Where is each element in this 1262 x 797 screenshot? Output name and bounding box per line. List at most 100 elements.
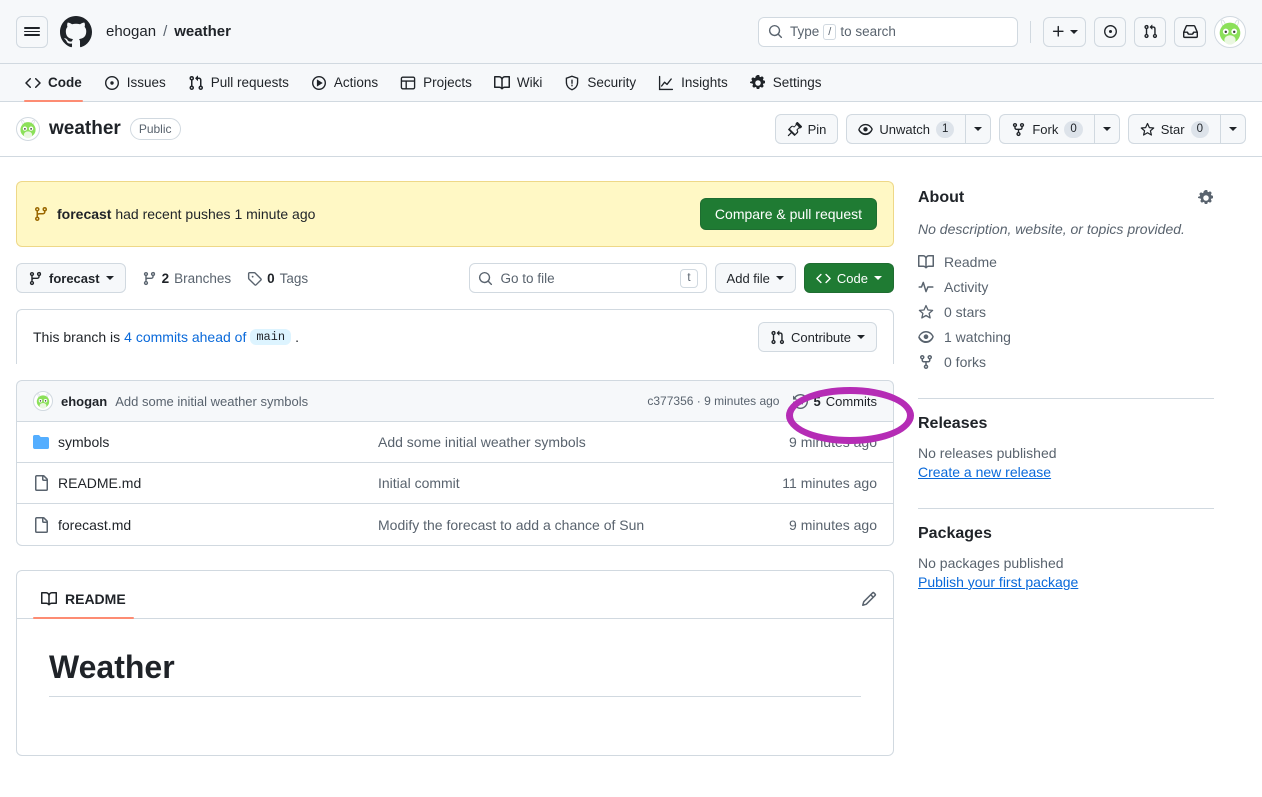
page-body: forecast had recent pushes 1 minute ago … [0, 157, 1262, 780]
tab-wiki[interactable]: Wiki [485, 64, 552, 101]
main-column: forecast had recent pushes 1 minute ago … [16, 181, 894, 780]
fork-icon [1013, 122, 1025, 136]
go-to-file-input[interactable]: Go to file t [468, 263, 707, 293]
star-icon [1140, 122, 1155, 136]
search-text-post: to search [840, 24, 896, 39]
star-button[interactable]: Star 0 [1127, 114, 1220, 144]
watch-dropdown-button[interactable] [965, 114, 992, 144]
file-link[interactable]: README.md [58, 475, 141, 491]
fork-button[interactable]: Fork 0 [999, 114, 1094, 144]
global-header: ehogan / weather Type / to search [0, 0, 1262, 64]
tab-settings[interactable]: Settings [741, 64, 831, 101]
fork-dropdown-button[interactable] [1093, 114, 1120, 144]
file-link[interactable]: symbols [58, 434, 109, 450]
tab-issues[interactable]: Issues [95, 64, 175, 101]
recent-push-branch: forecast [57, 206, 112, 222]
commit-author-name[interactable]: ehogan [61, 394, 107, 409]
breadcrumb-owner[interactable]: ehogan [106, 23, 156, 40]
table-icon [400, 76, 416, 89]
pin-button[interactable]: Pin [774, 114, 839, 144]
file-link[interactable]: forecast.md [58, 517, 131, 533]
tab-code-label: Code [48, 75, 82, 90]
file-commit-time: 9 minutes ago [789, 434, 877, 450]
file-commit-message[interactable]: Initial commit [378, 475, 782, 491]
packages-section: Packages No packages published Publish y… [918, 525, 1214, 598]
pull-requests-icon[interactable] [1134, 16, 1166, 47]
file-icon [35, 475, 48, 491]
branch-ahead-prefix: This branch is [33, 329, 121, 345]
chevron-down-icon [857, 335, 865, 339]
tab-security[interactable]: Security [555, 64, 645, 101]
search-icon [478, 271, 492, 285]
tab-security-label: Security [587, 75, 637, 90]
page-title[interactable]: weather [49, 118, 121, 140]
chevron-down-icon [1070, 29, 1078, 34]
git-pull-request-icon [771, 330, 785, 344]
table-row[interactable]: README.md Initial commit 11 minutes ago [17, 463, 893, 504]
readme-content: Weather [17, 619, 893, 755]
edit-repository-settings-gear-icon[interactable] [1198, 190, 1214, 206]
search-input[interactable]: Type / to search [758, 16, 1018, 47]
sidebar-item-forks[interactable]: 0 forks [918, 354, 1214, 370]
gear-icon [749, 74, 765, 89]
git-branch-icon [34, 207, 47, 222]
breadcrumb: ehogan / weather [106, 23, 231, 40]
unwatch-button-label: Unwatch [879, 121, 930, 137]
watch-count: 1 [935, 120, 955, 138]
releases-section: Releases No releases published Create a … [918, 415, 1214, 488]
issues-icon[interactable] [1094, 16, 1126, 47]
github-logo-icon[interactable] [60, 15, 92, 48]
branch-selector-button[interactable]: forecast [16, 263, 126, 293]
file-icon [35, 516, 48, 533]
file-commit-message[interactable]: Add some initial weather symbols [378, 434, 789, 450]
breadcrumb-separator: / [163, 23, 168, 40]
commits-count-link[interactable]: 5 Commits [793, 394, 877, 409]
about-links: Readme Activity 0 stars 1 watching 0 for… [918, 254, 1214, 370]
sidebar-item-activity[interactable]: Activity [918, 279, 1214, 295]
fork-button-group: Fork 0 [999, 114, 1120, 144]
unwatch-button[interactable]: Unwatch 1 [846, 114, 966, 144]
commits-count-label: Commits [825, 393, 877, 409]
table-row[interactable]: symbols Add some initial weather symbols… [17, 422, 893, 463]
packages-title: Packages [918, 525, 992, 542]
tab-insights[interactable]: Insights [649, 64, 737, 101]
commits-ahead-link[interactable]: 4 commits ahead of [124, 329, 246, 345]
star-dropdown-button[interactable] [1220, 114, 1246, 144]
pulse-icon [918, 281, 934, 293]
sidebar-item-watching[interactable]: 1 watching [918, 329, 1214, 345]
tag-icon [248, 271, 262, 286]
commit-meta: c377356 · 9 minutes ago 5 Commits [647, 394, 877, 409]
tags-link[interactable]: 0 Tags [247, 271, 308, 286]
contribute-button[interactable]: Contribute [758, 322, 877, 352]
create-new-button[interactable] [1043, 16, 1086, 47]
readme-header: README [17, 571, 893, 619]
tab-actions[interactable]: Actions [302, 64, 387, 101]
code-download-button[interactable]: Code [803, 263, 894, 293]
tab-pull-requests[interactable]: Pull requests [179, 64, 298, 101]
tab-readme[interactable]: README [33, 579, 134, 619]
hamburger-menu-icon[interactable] [16, 15, 48, 48]
sidebar-item-stars[interactable]: 0 stars [918, 304, 1214, 320]
sidebar-item-readme[interactable]: Readme [918, 254, 1214, 270]
table-row[interactable]: forecast.md Modify the forecast to add a… [17, 504, 893, 545]
tags-count: 0 [267, 270, 275, 286]
create-release-link[interactable]: Create a new release [918, 464, 1051, 480]
compare-pull-request-button[interactable]: Compare & pull request [699, 198, 877, 230]
edit-readme-button[interactable] [861, 591, 877, 607]
file-commit-message[interactable]: Modify the forecast to add a chance of S… [378, 517, 789, 533]
sidebar-divider [918, 398, 1214, 399]
commit-hash[interactable]: c377356 [647, 394, 693, 408]
user-avatar[interactable] [1214, 15, 1246, 48]
publish-package-link[interactable]: Publish your first package [918, 574, 1078, 590]
notifications-inbox-icon[interactable] [1174, 16, 1206, 47]
branches-link[interactable]: 2 Branches [142, 271, 231, 286]
commit-time: 9 minutes ago [704, 394, 780, 408]
tab-code[interactable]: Code [16, 64, 91, 102]
git-pull-request-icon [189, 75, 203, 90]
tab-projects[interactable]: Projects [391, 64, 481, 101]
breadcrumb-repo[interactable]: weather [174, 23, 231, 40]
commit-message[interactable]: Add some initial weather symbols [115, 394, 308, 409]
add-file-button[interactable]: Add file [714, 263, 796, 293]
base-branch-name: main [250, 329, 292, 345]
repository-actions: Pin Unwatch 1 Fork 0 Star 0 [774, 114, 1246, 144]
